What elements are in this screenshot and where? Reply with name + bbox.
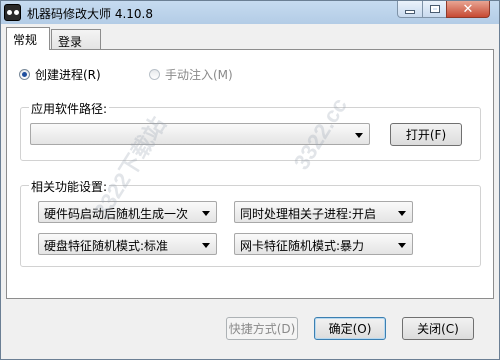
maximize-button[interactable] [422,1,447,18]
subprocess-mode-dropdown[interactable]: 同时处理相关子进程:开启 [234,201,413,223]
tab-general[interactable]: 常规 [6,27,50,50]
app-path-group-label: 应用软件路径: [29,100,110,117]
ok-button[interactable]: 确定(O) [314,317,386,340]
functions-group: 相关功能设置: 硬件码启动后随机生成一次 同时处理相关子进程:开启 硬盘特征随机… [20,178,481,267]
create-process-label: 创建进程(R) [35,68,101,82]
chevron-down-icon [398,243,406,248]
create-process-option[interactable]: 创建进程(R) [19,66,101,83]
manual-inject-radio [149,69,160,80]
manual-inject-label: 手动注入(M) [165,68,233,82]
manual-inject-option: 手动注入(M) [149,66,233,83]
chevron-down-icon [202,211,210,216]
hardware-code-mode-value: 硬件码启动后随机生成一次 [44,207,189,221]
close-icon: ✕ [462,1,474,17]
nic-random-mode-value: 网卡特征随机模式:暴力 [240,239,365,253]
chevron-down-icon [355,133,363,138]
app-path-dropdown[interactable] [30,123,370,145]
minimize-icon [405,9,415,14]
create-process-radio[interactable] [19,69,30,80]
maximize-icon [429,5,440,13]
chevron-down-icon [398,211,406,216]
general-tab-panel: 创建进程(R) 手动注入(M) 应用软件路径: 打开(F) 相关功能设置: 硬件… [6,49,494,299]
open-button[interactable]: 打开(F) [390,123,462,146]
tab-login[interactable]: 登录 [51,29,101,50]
functions-group-label: 相关功能设置: [29,178,110,195]
app-path-group: 应用软件路径: 打开(F) [20,100,481,161]
close-button[interactable]: 关闭(C) [402,317,474,340]
title-bar[interactable]: 机器码修改大师 4.10.8 ✕ [1,1,499,24]
nic-random-mode-dropdown[interactable]: 网卡特征随机模式:暴力 [234,233,413,255]
disk-random-mode-value: 硬盘特征随机模式:标准 [44,239,169,253]
close-window-button[interactable]: ✕ [446,1,490,18]
hardware-code-mode-dropdown[interactable]: 硬件码启动后随机生成一次 [38,201,217,223]
shortcut-button: 快捷方式(D) [226,317,298,340]
disk-random-mode-dropdown[interactable]: 硬盘特征随机模式:标准 [38,233,217,255]
chevron-down-icon [202,243,210,248]
app-window: 机器码修改大师 4.10.8 ✕ 常规 登录 创建进程(R) 手动注入(M) 应… [0,0,500,360]
subprocess-mode-value: 同时处理相关子进程:开启 [240,207,377,221]
app-logo-icon [4,4,21,21]
minimize-button[interactable] [397,1,423,18]
window-title: 机器码修改大师 4.10.8 [27,7,153,21]
